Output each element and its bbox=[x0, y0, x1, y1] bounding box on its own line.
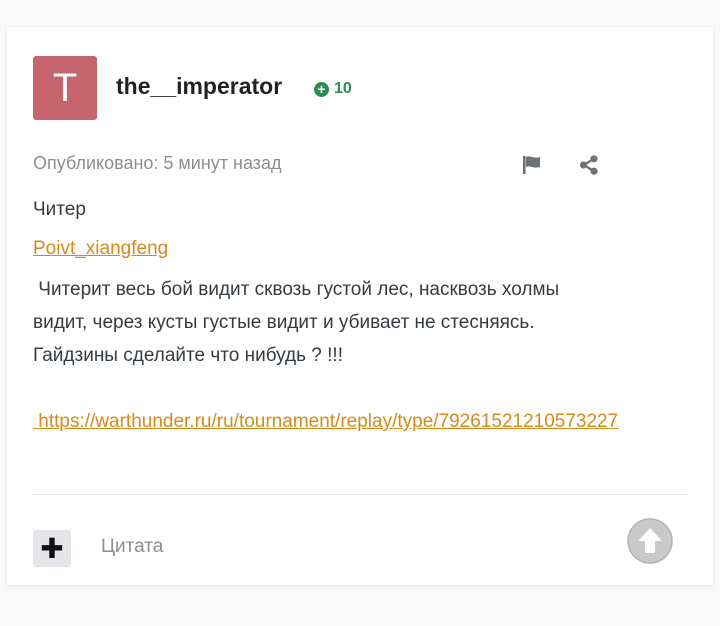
quote-button[interactable]: Цитата bbox=[101, 536, 163, 558]
plus-icon: ✚ bbox=[40, 533, 64, 564]
flag-icon bbox=[523, 156, 540, 174]
post-body-line: Гайдзины сделайте что нибудь ? !!! bbox=[33, 345, 343, 366]
reputation-count: 10 bbox=[334, 80, 352, 97]
forum-post: T the__imperator + 10 Опубликовано: 5 ми… bbox=[7, 27, 713, 585]
report-button[interactable] bbox=[521, 154, 543, 176]
share-button[interactable] bbox=[578, 154, 600, 176]
avatar-letter: T bbox=[52, 65, 78, 110]
post-body: Читерит весь бой видит сквозь густой лес… bbox=[33, 273, 693, 372]
post-date: Опубликовано: 5 минут назад bbox=[33, 153, 282, 173]
reputation-badge[interactable]: + 10 bbox=[314, 80, 352, 98]
post-body-line: видит, через кусты густые видит и убивае… bbox=[33, 312, 535, 333]
arrow-up-icon bbox=[627, 518, 673, 564]
multiquote-add-button[interactable]: ✚ bbox=[33, 530, 71, 567]
replay-link[interactable]: https://warthunder.ru/ru/tournament/repl… bbox=[33, 405, 693, 438]
post-line-cheater: Читер bbox=[33, 199, 86, 220]
scroll-to-top-button[interactable] bbox=[627, 518, 673, 564]
mention-link[interactable]: Poivt_xiangfeng bbox=[33, 237, 168, 261]
share-icon bbox=[579, 155, 598, 175]
avatar[interactable]: T bbox=[33, 56, 97, 120]
plus-circle-icon: + bbox=[314, 81, 329, 97]
username-link[interactable]: the__imperator bbox=[116, 73, 282, 100]
post-content: Читер Poivt_xiangfeng Читерит весь бой в… bbox=[33, 198, 693, 438]
post-body-line: Читерит весь бой видит сквозь густой лес… bbox=[38, 279, 560, 300]
divider bbox=[33, 494, 687, 495]
